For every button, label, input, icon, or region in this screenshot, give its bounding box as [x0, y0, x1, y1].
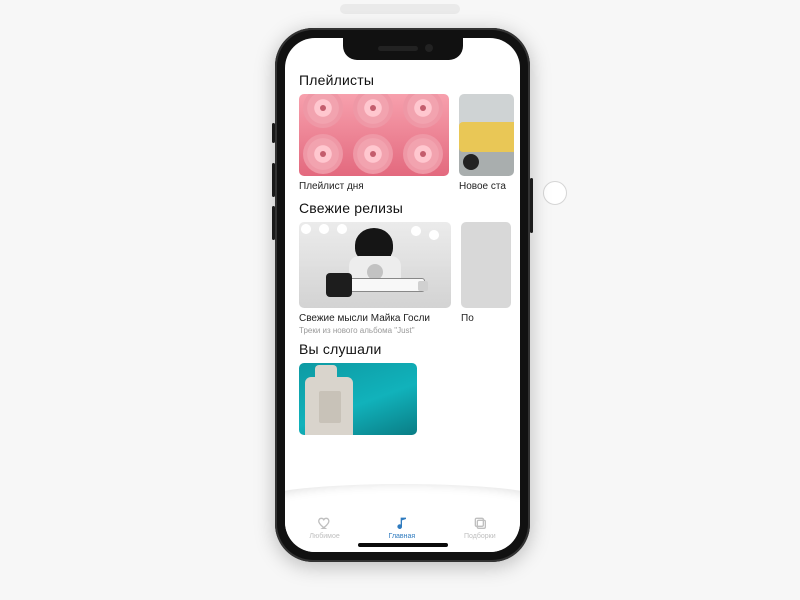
- playlist-card-new[interactable]: Новое ста: [459, 94, 514, 192]
- playlist-cover-new: [459, 94, 514, 176]
- phone-frame: Плейлисты Плейлист дня Новое ста Свежие …: [275, 28, 530, 562]
- playlist-label: Плейлист дня: [299, 181, 449, 192]
- page-ghost-bar: [340, 4, 460, 14]
- volume-down-button: [272, 206, 275, 240]
- release-cover-gosli: [299, 222, 451, 308]
- release-card-next[interactable]: По: [461, 222, 511, 335]
- device-notch: [343, 38, 463, 60]
- playlists-row[interactable]: Плейлист дня Новое ста: [299, 94, 506, 192]
- listened-row[interactable]: [299, 363, 506, 435]
- music-note-icon: [394, 515, 410, 531]
- tab-home[interactable]: Главная: [389, 515, 416, 540]
- heart-icon: [317, 515, 333, 531]
- playlist-card-daily[interactable]: Плейлист дня: [299, 94, 449, 192]
- release-card-gosli[interactable]: Свежие мысли Майка Госли Треки из нового…: [299, 222, 451, 335]
- section-title-listened: Вы слушали: [299, 341, 506, 357]
- mute-switch: [272, 123, 275, 143]
- playlist-cover-daily: [299, 94, 449, 176]
- collections-icon: [472, 515, 488, 531]
- tab-label: Подборки: [464, 533, 496, 540]
- release-sublabel: Треки из нового альбома "Just": [299, 326, 451, 335]
- power-button: [530, 178, 533, 233]
- tab-favorites[interactable]: Любимое: [309, 515, 339, 540]
- section-title-fresh: Свежие релизы: [299, 200, 506, 216]
- tab-label: Любимое: [309, 533, 339, 540]
- release-label: Свежие мысли Майка Госли: [299, 313, 451, 324]
- volume-up-button: [272, 163, 275, 197]
- listened-cover: [299, 363, 417, 435]
- home-indicator[interactable]: [358, 543, 448, 547]
- playlist-label: Новое ста: [459, 181, 514, 192]
- listened-card[interactable]: [299, 363, 417, 435]
- release-cover-next: [461, 222, 511, 308]
- section-title-playlists: Плейлисты: [299, 72, 506, 88]
- phone-screen: Плейлисты Плейлист дня Новое ста Свежие …: [285, 38, 520, 552]
- tab-collections[interactable]: Подборки: [464, 515, 496, 540]
- tab-label: Главная: [389, 533, 416, 540]
- floating-cursor-dot: [543, 181, 567, 205]
- fresh-row[interactable]: Свежие мысли Майка Госли Треки из нового…: [299, 222, 506, 335]
- app-content[interactable]: Плейлисты Плейлист дня Новое ста Свежие …: [285, 38, 520, 552]
- release-label: По: [461, 313, 511, 324]
